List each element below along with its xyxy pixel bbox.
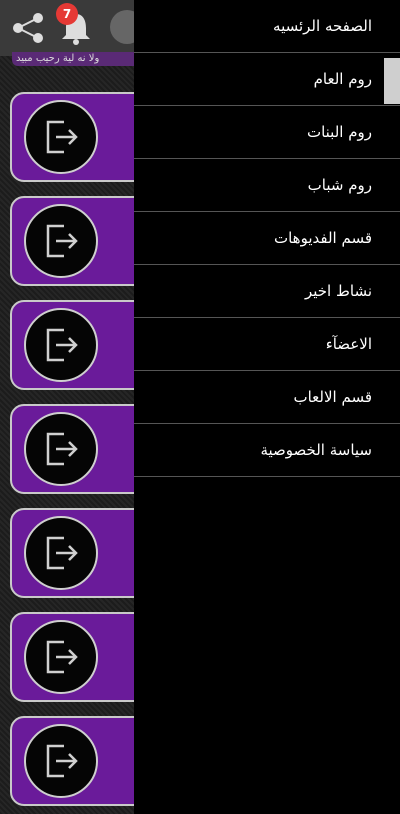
logout-icon [46, 536, 78, 570]
drawer-item[interactable]: الاعضآء [134, 318, 400, 371]
logout-icon [46, 120, 78, 154]
enter-button[interactable] [24, 412, 98, 486]
notification-badge: 7 [56, 3, 78, 25]
enter-button[interactable] [24, 204, 98, 278]
enter-button[interactable] [24, 724, 98, 798]
drawer-menu: الصفحه الرئسيه روم العام روم البنات روم شبا… [134, 0, 400, 477]
logout-icon [46, 432, 78, 466]
logout-icon [46, 224, 78, 258]
drawer-item[interactable]: روم شباب [134, 159, 400, 212]
drawer-item-label: روم العام [313, 70, 372, 88]
drawer-item-label: سياسة الخصوصية [260, 441, 372, 459]
drawer-item-label: نشاط اخير [304, 282, 372, 300]
drawer-item-label: الاعضآء [325, 335, 372, 353]
drawer-item-label: روم شباب [307, 176, 372, 194]
drawer-item-label: روم البنات [306, 123, 372, 141]
share-icon[interactable] [8, 8, 48, 48]
navigation-drawer: الصفحه الرئسيه روم العام روم البنات روم شبا… [134, 0, 400, 814]
drawer-item[interactable]: روم البنات [134, 106, 400, 159]
drawer-item[interactable]: نشاط اخير [134, 265, 400, 318]
logout-icon [46, 744, 78, 778]
enter-button[interactable] [24, 516, 98, 590]
logout-icon [46, 640, 78, 674]
drawer-item-label: قسم الالعاب [293, 388, 372, 406]
logout-icon [46, 328, 78, 362]
drawer-item[interactable]: الصفحه الرئسيه [134, 0, 400, 53]
drawer-item[interactable]: قسم الالعاب [134, 371, 400, 424]
drawer-item-label: قسم الفديوهات [273, 229, 372, 247]
enter-button[interactable] [24, 100, 98, 174]
enter-button[interactable] [24, 308, 98, 382]
drawer-item-label: الصفحه الرئسيه [273, 17, 372, 35]
drawer-item[interactable]: سياسة الخصوصية [134, 424, 400, 477]
drawer-item[interactable]: روم العام [134, 53, 400, 106]
enter-button[interactable] [24, 620, 98, 694]
drawer-item[interactable]: قسم الفديوهات [134, 212, 400, 265]
